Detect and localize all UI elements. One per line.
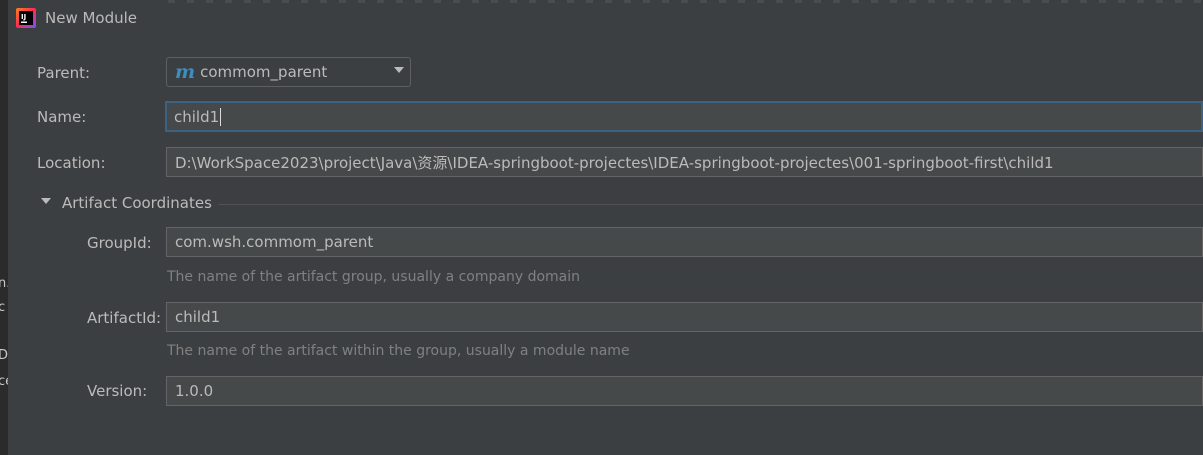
version-label: Version: <box>87 382 148 400</box>
title-bar[interactable]: IJ New Module <box>8 0 1203 38</box>
version-input-value: 1.0.0 <box>175 382 214 400</box>
section-divider <box>218 204 1203 205</box>
groupid-hint: The name of the artifact group, usually … <box>167 269 580 285</box>
location-label: Location: <box>37 154 106 172</box>
background-text: De <box>0 348 8 363</box>
background-text: n. <box>0 276 8 291</box>
artifactid-hint: The name of the artifact within the grou… <box>167 343 630 359</box>
window-title: New Module <box>45 9 138 27</box>
location-input-value: D:\WorkSpace2023\project\Java\资源\IDEA-sp… <box>175 153 1054 172</box>
version-input[interactable]: 1.0.0 <box>166 376 1203 406</box>
groupid-input[interactable]: com.wsh.commom_parent <box>166 227 1203 257</box>
parent-dropdown-value: commom_parent <box>200 63 328 81</box>
groupid-label: GroupId: <box>87 234 152 252</box>
background-text: c <box>0 300 6 315</box>
groupid-input-value: com.wsh.commom_parent <box>175 233 374 251</box>
artifact-coordinates-title[interactable]: Artifact Coordinates <box>62 194 212 212</box>
new-module-form: Parent: m commom_parent Name: child1 Loc… <box>8 38 1203 455</box>
maven-module-icon: m <box>175 60 196 83</box>
artifactid-input[interactable]: child1 <box>166 302 1203 332</box>
name-label: Name: <box>37 108 87 126</box>
background-text: ce <box>0 374 8 389</box>
parent-label: Parent: <box>37 64 91 82</box>
title-bar-shadow <box>168 0 1203 3</box>
intellij-logo-icon: IJ <box>16 8 36 28</box>
chevron-down-icon <box>394 67 404 73</box>
artifactid-label: ArtifactId: <box>87 309 162 327</box>
location-input[interactable]: D:\WorkSpace2023\project\Java\资源\IDEA-sp… <box>166 147 1203 177</box>
name-input-value: child1 <box>174 107 220 126</box>
artifactid-input-value: child1 <box>175 308 221 326</box>
svg-text:IJ: IJ <box>21 13 26 21</box>
parent-dropdown[interactable]: m commom_parent <box>166 57 411 87</box>
background-window-strip: n. c De ce <box>0 0 8 455</box>
text-caret <box>220 107 222 126</box>
name-input[interactable]: child1 <box>165 101 1203 132</box>
collapse-arrow-icon[interactable] <box>41 198 51 204</box>
new-module-window: n. c De ce IJ New Module Parent: m <box>0 0 1203 455</box>
